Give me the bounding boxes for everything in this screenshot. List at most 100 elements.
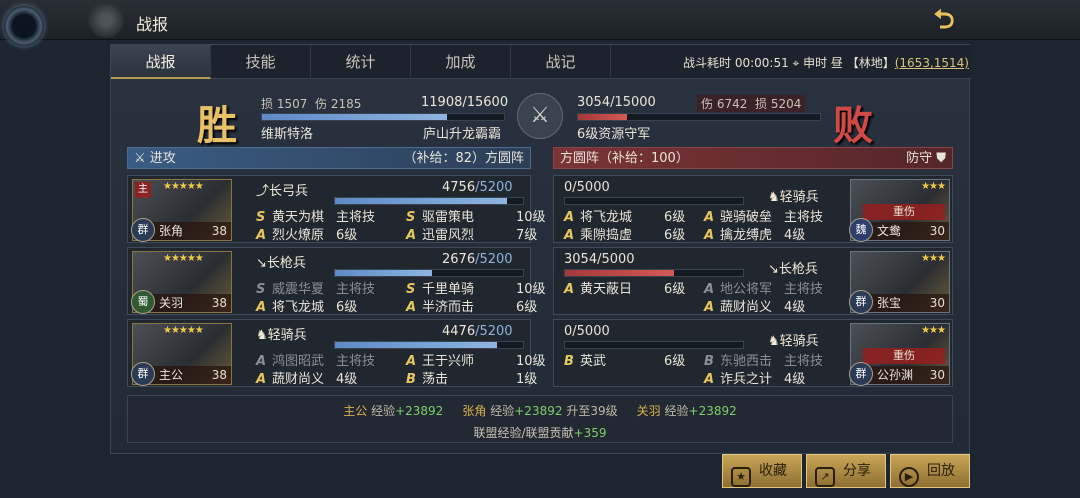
- troop-count: 4756/5200: [442, 180, 513, 195]
- battle-report-panel: 战报 技能 统计 加成 战记 战斗耗时 00:00:51 ⌖ 申时 昼 【林地】…: [110, 44, 971, 454]
- skill-entry[interactable]: A 将飞龙城 6级: [256, 296, 357, 315]
- troop-bar: [334, 269, 524, 277]
- troop-bar-fill: [335, 270, 432, 276]
- general-portrait[interactable]: ★★★ 重伤 文鸯 30 魏: [849, 179, 950, 242]
- attacker-name: 维斯特洛: [261, 127, 314, 142]
- status-badge: 重伤: [863, 348, 945, 364]
- troop-type: ♞轻骑兵: [256, 328, 307, 343]
- skill-entry[interactable]: A 鸿图昭武 主将技: [256, 350, 375, 369]
- sword-icon: ⚔: [134, 151, 146, 166]
- general-portrait[interactable]: ★★★★★ 关羽 38 蜀: [131, 251, 232, 314]
- star-rating: ★★★: [921, 325, 946, 336]
- skill-entry[interactable]: A 迅雷风烈 7级: [406, 224, 537, 243]
- troop-type-icon: ♞: [256, 328, 268, 343]
- skill-entry[interactable]: A 烈火燎原 6级: [256, 224, 357, 243]
- troop-bar: [334, 341, 524, 349]
- tab-skills[interactable]: 技能: [211, 45, 311, 79]
- faction-badge: 群: [849, 362, 873, 386]
- skill-entry[interactable]: A 王于兴师 10级: [406, 350, 546, 369]
- star-rating: ★★★★★: [163, 181, 204, 192]
- skill-entry[interactable]: S 威震华夏 主将技: [256, 278, 375, 297]
- faction-badge: 魏: [849, 218, 873, 242]
- faction-badge: 蜀: [131, 290, 155, 314]
- skill-entry[interactable]: B 荡击 1级: [406, 368, 537, 387]
- troop-bar: [564, 197, 744, 205]
- skill-entry[interactable]: A 骁骑破垒 主将技: [704, 206, 823, 225]
- defender-general-card[interactable]: ★★★ 重伤 文鸯 30 魏 0/5000 ♞轻骑兵 A 将飞龙城 6级 A 骁骑破垒 主将技 A 乘隙捣虚…: [553, 175, 953, 243]
- faction-badge: 群: [131, 218, 155, 242]
- skill-entry[interactable]: A 将飞龙城 6级: [564, 206, 685, 225]
- troop-bar: [564, 269, 744, 277]
- defender-general-card[interactable]: ★★★ 张宝 30 群 3054/5000 ↘长枪兵 A 黄天蔽日 6级 A 地公将军 主将技 A 蔬财尚…: [553, 247, 953, 315]
- troop-count: 3054/5000: [564, 252, 635, 267]
- main-general-badge: 主: [135, 182, 151, 198]
- back-arrow-icon[interactable]: ⮌: [918, 4, 970, 36]
- skill-entry[interactable]: B 英武 6级: [564, 350, 685, 369]
- star-icon: ★: [731, 467, 751, 487]
- troop-bar: [334, 197, 524, 205]
- defender-troop-bar: [577, 113, 821, 121]
- title-bar: 战报 ⮌: [0, 0, 1080, 46]
- general-level: 38: [211, 296, 227, 310]
- play-icon: ▶: [899, 467, 919, 487]
- tab-bonus[interactable]: 加成: [411, 45, 511, 79]
- skill-entry[interactable]: S 千里单骑 10级: [406, 278, 546, 297]
- collect-button[interactable]: ★ 收藏: [722, 454, 802, 488]
- troop-count: 2676/5200: [442, 252, 513, 267]
- skill-entry[interactable]: A 蔬财尚义 4级: [256, 368, 357, 387]
- skill-entry[interactable]: A 乘隙捣虚 6级: [564, 224, 685, 243]
- attacker-troops: 11908/15600: [421, 95, 509, 110]
- avatar: [88, 2, 124, 38]
- skill-entry[interactable]: A 半济而击 6级: [406, 296, 537, 315]
- defender-troops: 3054/15000: [577, 95, 656, 110]
- skill-entry[interactable]: B 东驰西击 主将技: [704, 350, 823, 369]
- star-rating: ★★★: [921, 181, 946, 192]
- troop-type-icon: ♞: [768, 334, 780, 349]
- skill-entry[interactable]: A 地公将军 主将技: [704, 278, 823, 297]
- defense-header: 方圆阵（补给：100） 防守 ⛊: [553, 147, 953, 169]
- troop-count: 4476/5200: [442, 324, 513, 339]
- share-icon: ↗: [815, 467, 835, 487]
- tab-stats[interactable]: 统计: [311, 45, 411, 79]
- star-rating: ★★★★★: [163, 325, 204, 336]
- status-badge: 重伤: [863, 204, 945, 220]
- troop-type-icon: ↘: [768, 262, 779, 277]
- skill-entry[interactable]: A 黄天蔽日 6级: [564, 278, 685, 297]
- crossed-swords-icon: ⚔: [517, 93, 563, 139]
- general-level: 38: [211, 368, 227, 382]
- attacker-general-card[interactable]: 主 ★★★★★ 张角 38 群 ⤴长弓兵 4756/5200 S 黄天为棋 主将技 S 驱雷策电 10级…: [127, 175, 546, 243]
- general-level: 38: [211, 224, 227, 238]
- troop-bar-fill: [335, 342, 497, 348]
- skill-entry[interactable]: A 擒龙缚虎 4级: [704, 224, 805, 243]
- attacker-general-card[interactable]: ★★★★★ 关羽 38 蜀 ↘长枪兵 2676/5200 S 威震华夏 主将技 S 千里单骑 10级 A…: [127, 247, 546, 315]
- share-button[interactable]: ↗ 分享: [806, 454, 886, 488]
- faction-badge: 群: [131, 362, 155, 386]
- troop-type: ⤴长弓兵: [256, 184, 309, 199]
- troop-type-icon: ↘: [256, 256, 267, 271]
- star-rating: ★★★★★: [163, 253, 204, 264]
- skill-entry[interactable]: S 驱雷策电 10级: [406, 206, 546, 225]
- skill-entry[interactable]: A 诈兵之计 4级: [704, 368, 805, 387]
- skill-entry[interactable]: S 黄天为棋 主将技: [256, 206, 375, 225]
- tab-record[interactable]: 战记: [511, 45, 611, 79]
- attacker-general-card[interactable]: ★★★★★ 主公 38 群 ♞轻骑兵 4476/5200 A 鸿图昭武 主将技 A 王于兴师 10级 A…: [127, 319, 546, 387]
- general-portrait[interactable]: 主 ★★★★★ 张角 38 群: [131, 179, 232, 242]
- attacker-troop-bar: [261, 113, 505, 121]
- troop-bar-fill: [565, 270, 674, 276]
- experience-summary: 主公 经验+23892 张角 经验+23892 升至39级 关羽 经验+2389…: [127, 395, 953, 443]
- tab-bar: 战报 技能 统计 加成 战记 战斗耗时 00:00:51 ⌖ 申时 昼 【林地】…: [111, 45, 971, 79]
- general-portrait[interactable]: ★★★ 重伤 公孙渊 30 群: [849, 323, 950, 386]
- general-level: 30: [929, 296, 945, 310]
- coord-link[interactable]: (1653,1514): [895, 56, 969, 70]
- general-portrait[interactable]: ★★★★★ 主公 38 群: [131, 323, 232, 386]
- troop-bar-fill: [335, 198, 508, 204]
- general-portrait[interactable]: ★★★ 张宝 30 群: [849, 251, 950, 314]
- skill-entry[interactable]: A 蔬财尚义 4级: [704, 296, 805, 315]
- general-level: 30: [929, 368, 945, 382]
- compass-icon[interactable]: [4, 6, 44, 46]
- defender-general-card[interactable]: ★★★ 重伤 公孙渊 30 群 0/5000 ♞轻骑兵 B 英武 6级 B 东驰西击 主将技 A 诈兵之计 4…: [553, 319, 953, 387]
- tab-report[interactable]: 战报: [111, 45, 211, 79]
- attacker-loss: 损 1507 伤 2185: [261, 97, 362, 111]
- victory-badge: 胜: [197, 102, 237, 149]
- replay-button[interactable]: ▶ 回放: [890, 454, 970, 488]
